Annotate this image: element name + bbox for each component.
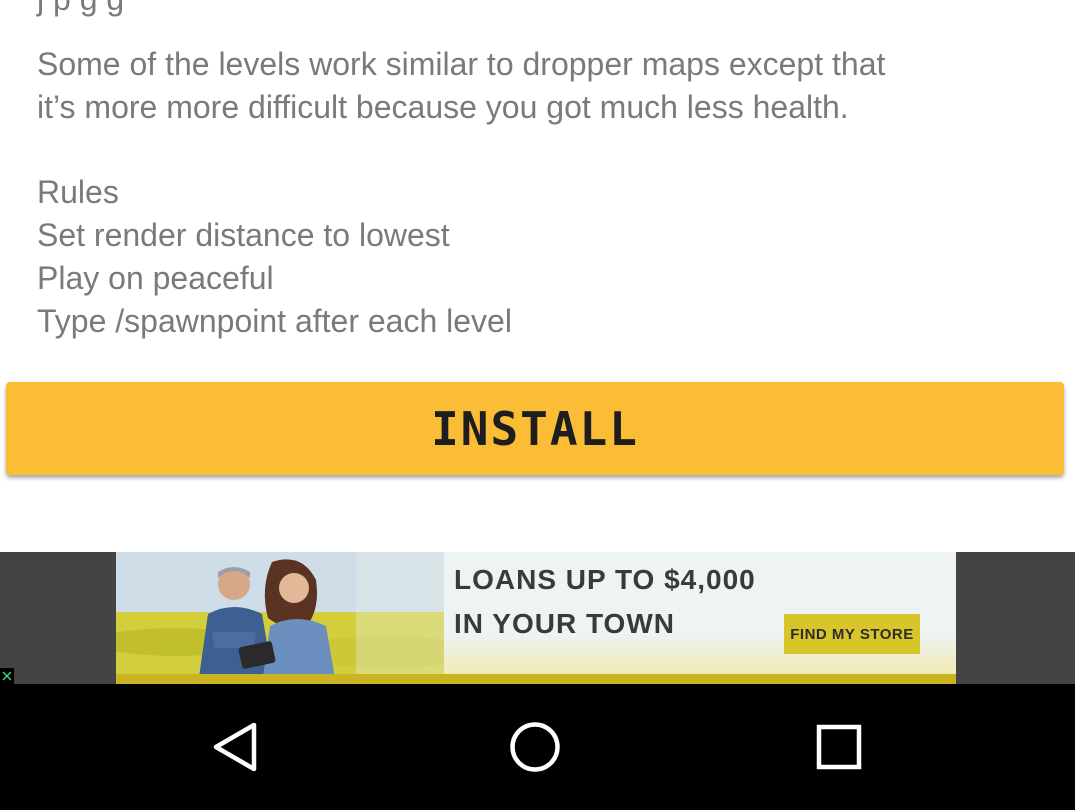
screen: j p g g Some of the levels work similar … xyxy=(0,0,1075,810)
back-triangle-icon[interactable] xyxy=(199,714,269,780)
description-line: Some of the levels work similar to dropp… xyxy=(37,46,886,82)
rule-item: Set render distance to lowest xyxy=(37,217,450,253)
ad-photo-image xyxy=(116,552,444,684)
ad-bottom-bar xyxy=(116,674,956,684)
ad-headline-line: LOANS UP TO $4,000 xyxy=(454,564,756,595)
rule-item: Type /spawnpoint after each level xyxy=(37,303,512,339)
cut-off-text-line: j p g g xyxy=(37,0,124,21)
app-content: j p g g Some of the levels work similar … xyxy=(0,0,1075,552)
map-description: Some of the levels work similar to dropp… xyxy=(37,43,1047,129)
install-button-label: INSTALL xyxy=(431,401,639,456)
rule-item: Play on peaceful xyxy=(37,260,274,296)
rules-section: Rules Set render distance to lowest Play… xyxy=(37,171,512,343)
description-line: it’s more more difficult because you got… xyxy=(37,89,849,125)
navigation-bar xyxy=(0,684,1075,810)
ad-headline: LOANS UP TO $4,000 IN YOUR TOWN xyxy=(454,558,756,646)
ad-strip: LOANS UP TO $4,000 IN YOUR TOWN FIND MY … xyxy=(0,552,1075,684)
ad-find-store-button[interactable]: FIND MY STORE xyxy=(784,614,920,654)
install-button[interactable]: INSTALL xyxy=(6,382,1064,475)
ad-headline-line: IN YOUR TOWN xyxy=(454,608,675,639)
close-icon[interactable] xyxy=(0,668,14,684)
recents-square-icon[interactable] xyxy=(804,714,874,780)
ad-banner[interactable]: LOANS UP TO $4,000 IN YOUR TOWN FIND MY … xyxy=(116,552,956,684)
rules-heading: Rules xyxy=(37,174,119,210)
home-circle-icon[interactable] xyxy=(500,714,570,780)
